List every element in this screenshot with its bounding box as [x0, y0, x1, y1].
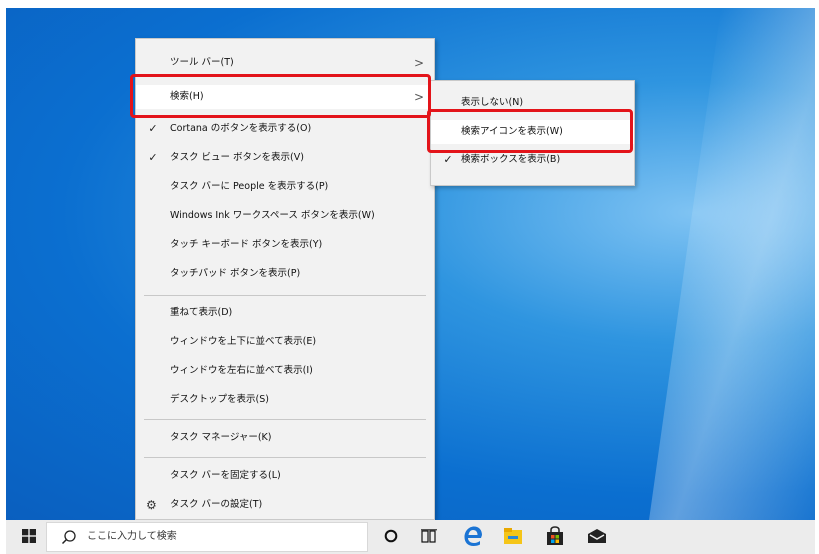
- check-icon: ✓: [148, 122, 158, 135]
- menu-item-label: タスク ビュー ボタンを表示(V): [170, 152, 304, 163]
- menu-item-label: タッチ キーボード ボタンを表示(Y): [170, 239, 323, 250]
- menu-item-cascade[interactable]: 重ねて表示(D): [136, 301, 434, 325]
- menu-item-cortana[interactable]: ✓ Cortana のボタンを表示する(O): [136, 117, 434, 141]
- check-icon: ✓: [148, 151, 158, 164]
- chevron-right-icon: >: [413, 56, 424, 70]
- menu-item-label: 重ねて表示(D): [170, 307, 233, 318]
- windows-start-icon[interactable]: [14, 520, 44, 554]
- menu-item-label: タスク バーの設定(T): [170, 499, 263, 510]
- search-input[interactable]: ここに入力して検索: [46, 522, 368, 552]
- menu-item-label: デスクトップを表示(S): [170, 394, 269, 405]
- search-placeholder: ここに入力して検索: [87, 531, 177, 542]
- gear-icon: ⚙: [146, 498, 157, 512]
- menu-item-touch-keyboard[interactable]: タッチ キーボード ボタンを表示(Y): [136, 233, 434, 257]
- menu-separator: [144, 457, 426, 458]
- wallpaper-light: [649, 8, 815, 520]
- highlight-show-search-icon: [427, 109, 633, 153]
- menu-item-task-view[interactable]: ✓ タスク ビュー ボタンを表示(V): [136, 146, 434, 170]
- menu-item-label: タスク バーに People を表示する(P): [170, 181, 329, 192]
- taskbar: ここに入力して検索: [6, 520, 815, 554]
- menu-item-label: 検索ボックスを表示(B): [461, 154, 561, 165]
- search-icon: [61, 529, 77, 548]
- menu-item-show-desktop[interactable]: デスクトップを表示(S): [136, 388, 434, 412]
- task-view-icon[interactable]: [414, 520, 444, 554]
- menu-item-label: Windows Ink ワークスペース ボタンを表示(W): [170, 210, 375, 221]
- menu-item-label: タスク マネージャー(K): [170, 432, 272, 443]
- menu-separator: [144, 419, 426, 420]
- edge-icon[interactable]: [458, 520, 488, 554]
- menu-item-label: ツール バー(T): [170, 57, 234, 68]
- highlight-search-item: [130, 74, 431, 118]
- menu-item-task-manager[interactable]: タスク マネージャー(K): [136, 426, 434, 450]
- menu-item-label: タスク バーを固定する(L): [170, 470, 281, 481]
- menu-item-stack[interactable]: ウィンドウを上下に並べて表示(E): [136, 330, 434, 354]
- menu-item-touchpad[interactable]: タッチパッド ボタンを表示(P): [136, 262, 434, 286]
- menu-item-side-by-side[interactable]: ウィンドウを左右に並べて表示(I): [136, 359, 434, 383]
- menu-item-windows-ink[interactable]: Windows Ink ワークスペース ボタンを表示(W): [136, 204, 434, 228]
- store-icon[interactable]: [540, 520, 570, 554]
- menu-item-label: 表示しない(N): [461, 97, 524, 108]
- menu-item-lock-taskbar[interactable]: タスク バーを固定する(L): [136, 464, 434, 488]
- menu-item-taskbar-settings[interactable]: ⚙ タスク バーの設定(T): [136, 493, 434, 517]
- menu-item-toolbars[interactable]: ツール バー(T) >: [136, 51, 434, 75]
- mail-icon[interactable]: [582, 520, 612, 554]
- menu-item-people[interactable]: タスク バーに People を表示する(P): [136, 175, 434, 199]
- cortana-icon[interactable]: [376, 520, 406, 554]
- menu-item-label: Cortana のボタンを表示する(O): [170, 123, 312, 134]
- menu-item-label: ウィンドウを上下に並べて表示(E): [170, 336, 317, 347]
- file-explorer-icon[interactable]: [498, 520, 528, 554]
- menu-item-label: ウィンドウを左右に並べて表示(I): [170, 365, 313, 376]
- menu-separator: [144, 295, 426, 296]
- menu-item-label: タッチパッド ボタンを表示(P): [170, 268, 301, 279]
